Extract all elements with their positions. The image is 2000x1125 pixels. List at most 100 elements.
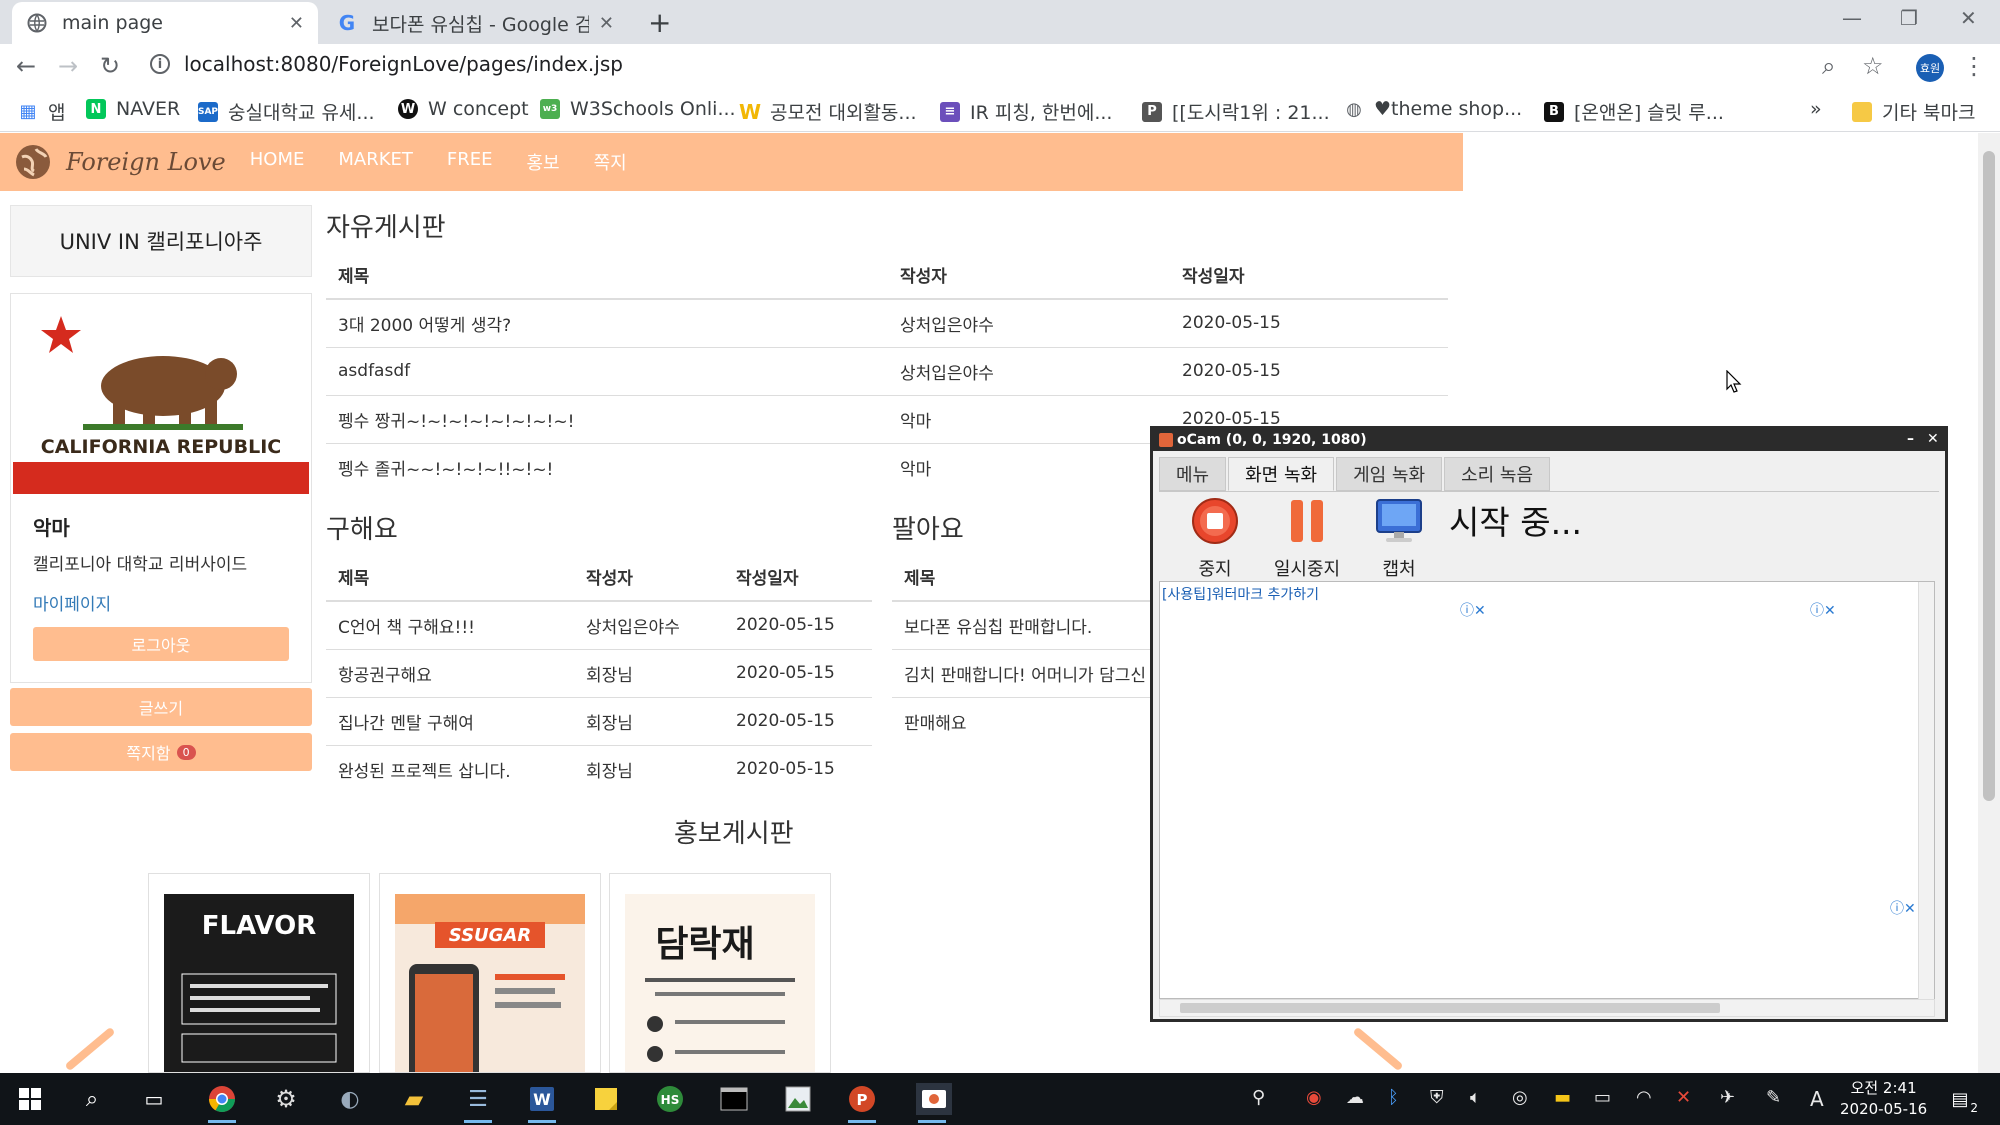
powerpoint-icon[interactable]: P — [846, 1083, 878, 1123]
ad-choices-icon[interactable]: ⓘ✕ — [1810, 600, 1836, 620]
minimize-icon[interactable]: — — [1842, 6, 1862, 30]
sticky-notes-icon[interactable] — [590, 1083, 622, 1115]
paint-icon[interactable]: ◐ — [334, 1083, 366, 1115]
write-button[interactable]: 글쓰기 — [10, 688, 312, 726]
table-row[interactable]: 항공권구해요 회장님 2020-05-15 — [326, 648, 872, 697]
chrome-icon[interactable] — [206, 1083, 238, 1123]
ocam-tip-link[interactable]: [사용팁]워터마크 추가하기 — [1162, 584, 1319, 604]
scrollbar-thumb[interactable] — [1983, 151, 1995, 801]
bookmark-soongsil[interactable]: SAP 숭실대학교 유세... — [198, 98, 375, 125]
forward-icon[interactable]: → — [58, 52, 78, 80]
notification-center-icon[interactable]: ▤ 2 — [1944, 1083, 1980, 1115]
ocam-horizontal-scrollbar[interactable] — [1159, 999, 1935, 1017]
bookmark-star-icon[interactable]: ☆ — [1862, 52, 1884, 80]
bookmark-theme-shop[interactable]: ◍ ♥theme shop... — [1344, 98, 1522, 120]
ocam-tab-menu[interactable]: 메뉴 — [1159, 457, 1227, 491]
settings-gear-icon[interactable]: ⚙ — [270, 1083, 302, 1115]
battery-icon[interactable]: ▭ — [1594, 1087, 1611, 1108]
volume-icon[interactable]: 🔈︎ — [1470, 1087, 1481, 1108]
table-row[interactable]: asdfasdf 상처입은야수 2020-05-15 — [326, 346, 1448, 395]
tray-app-icon-2[interactable]: ✈ — [1720, 1087, 1735, 1108]
menu-promo[interactable]: 홍보 — [527, 149, 560, 175]
bluetooth-icon[interactable]: ᛒ — [1388, 1087, 1399, 1108]
ocam-capture-button[interactable]: 캡처 — [1359, 496, 1439, 581]
promo-poster-ssugar[interactable]: SSUGAR — [379, 873, 601, 1073]
table-row[interactable]: C언어 책 구해요!!! 상처입은야수 2020-05-15 — [326, 600, 872, 649]
chat-icon[interactable]: ▬ — [1554, 1087, 1571, 1108]
site-info-icon[interactable]: i — [150, 54, 170, 74]
ocam-tab-screen-record[interactable]: 화면 녹화 — [1228, 457, 1335, 491]
bookmark-contest[interactable]: W 공모전 대외활동... — [739, 98, 917, 125]
ime-indicator[interactable]: A — [1810, 1087, 1824, 1111]
hs-app-icon[interactable]: HS — [654, 1083, 686, 1115]
new-tab-button[interactable]: + — [648, 6, 671, 39]
menu-kebab-icon[interactable]: ⋮ — [1962, 52, 1986, 80]
logout-button[interactable]: 로그아웃 — [33, 627, 289, 661]
pen-icon[interactable]: ✎ — [1766, 1087, 1781, 1108]
post-title[interactable]: asdfasdf — [326, 346, 888, 395]
ocam-minimize-icon[interactable]: – — [1907, 431, 1914, 447]
zoom-icon[interactable]: ⌕ — [1822, 52, 1835, 80]
ocam-taskbar-icon[interactable] — [916, 1083, 952, 1123]
carousel-next-arrow[interactable] — [1352, 1026, 1404, 1072]
cloud-icon[interactable]: ☁ — [1346, 1087, 1364, 1108]
security-shield-icon[interactable]: ⛨ — [1430, 1087, 1444, 1108]
menu-home[interactable]: HOME — [250, 149, 305, 175]
bookmark-w3schools[interactable]: w3 W3Schools Onli... — [540, 98, 736, 120]
post-title[interactable]: 항공권구해요 — [326, 648, 574, 697]
tab-main-page[interactable]: main page ✕ — [12, 2, 318, 44]
ocam-pause-button[interactable]: 일시중지 — [1267, 496, 1347, 581]
mypage-link[interactable]: 마이페이지 — [33, 590, 111, 615]
location-icon[interactable]: ◎ — [1512, 1087, 1528, 1108]
page-scrollbar[interactable] — [1978, 133, 2000, 1073]
bookmark-overflow[interactable]: » — [1810, 98, 1822, 120]
bookmark-naver[interactable]: N NAVER — [86, 98, 180, 120]
terminal-icon[interactable] — [718, 1083, 750, 1115]
reload-icon[interactable]: ↻ — [100, 52, 120, 80]
task-view-icon[interactable]: ▭ — [138, 1083, 170, 1115]
menu-market[interactable]: MARKET — [338, 149, 413, 175]
ocam-stop-button[interactable]: 중지 — [1175, 496, 1255, 581]
record-indicator-icon[interactable]: ◉ — [1306, 1087, 1322, 1108]
word-icon[interactable]: W — [526, 1083, 558, 1123]
menu-free[interactable]: FREE — [447, 149, 493, 175]
post-title[interactable]: 집나간 멘탈 구해여 — [326, 696, 574, 745]
post-title[interactable]: 완성된 프로젝트 삽니다. — [326, 744, 574, 793]
bookmark-dosirak[interactable]: P [[도시락1위 : 21... — [1142, 98, 1330, 125]
bookmark-other[interactable]: 기타 북마크 — [1852, 98, 1975, 125]
promo-poster-damrakjae[interactable]: 담락재 — [609, 873, 831, 1073]
post-title[interactable]: 펭수 졸귀~~!~!~!~!!~!~! — [326, 442, 888, 491]
ocam-tab-game-record[interactable]: 게임 녹화 — [1336, 457, 1443, 491]
image-viewer-icon[interactable] — [782, 1083, 814, 1115]
carousel-prev-arrow[interactable] — [64, 1026, 116, 1072]
ad-choices-icon[interactable]: ⓘ✕ — [1890, 898, 1916, 918]
ad-choices-icon[interactable]: ⓘ✕ — [1460, 600, 1486, 620]
promo-poster-flavor[interactable]: FLAVOR — [148, 873, 370, 1073]
post-title[interactable]: 3대 2000 어떻게 생각? — [326, 298, 888, 347]
message-box-button[interactable]: 쪽지함 0 — [10, 733, 312, 771]
bookmark-ir-pitch[interactable]: ≡ IR 피칭, 한번에... — [940, 98, 1112, 125]
restore-icon[interactable]: ❐ — [1900, 6, 1918, 30]
people-icon[interactable]: ⚲ — [1252, 1087, 1265, 1108]
wifi-icon[interactable]: ◠ — [1636, 1087, 1652, 1108]
system-clock[interactable]: 오전 2:41 2020-05-16 — [1840, 1078, 1927, 1120]
post-title[interactable]: 펭수 짱귀~!~!~!~!~!~!~!~! — [326, 394, 888, 443]
windows-start-icon[interactable] — [14, 1083, 46, 1115]
tray-app-icon[interactable]: ✕ — [1676, 1087, 1691, 1108]
editor-app-icon[interactable]: ☰ — [462, 1083, 494, 1123]
post-title[interactable]: C언어 책 구해요!!! — [326, 600, 574, 649]
ocam-tab-sound-record[interactable]: 소리 녹음 — [1444, 457, 1551, 491]
close-window-icon[interactable]: ✕ — [1960, 6, 1977, 30]
ocam-close-icon[interactable]: ✕ — [1927, 431, 1939, 447]
bookmark-onandon[interactable]: B [온앤온] 슬릿 루... — [1544, 98, 1724, 125]
tab-google-search[interactable]: G 보다폰 유심칩 - Google 검 ✕ — [322, 2, 628, 44]
ocam-titlebar[interactable]: oCam (0, 0, 1920, 1080) – ✕ — [1153, 429, 1945, 451]
profile-avatar[interactable]: 효원 — [1916, 54, 1944, 82]
ocam-vertical-scrollbar[interactable] — [1918, 582, 1934, 1000]
bookmark-apps[interactable]: ▦ 앱 — [18, 98, 65, 125]
search-icon[interactable]: ⌕ — [76, 1083, 108, 1115]
menu-message[interactable]: 쪽지 — [594, 149, 627, 175]
close-tab-icon[interactable]: ✕ — [289, 13, 304, 34]
back-icon[interactable]: ← — [16, 52, 36, 80]
table-row[interactable]: 완성된 프로젝트 삽니다. 회장님 2020-05-15 — [326, 744, 872, 793]
